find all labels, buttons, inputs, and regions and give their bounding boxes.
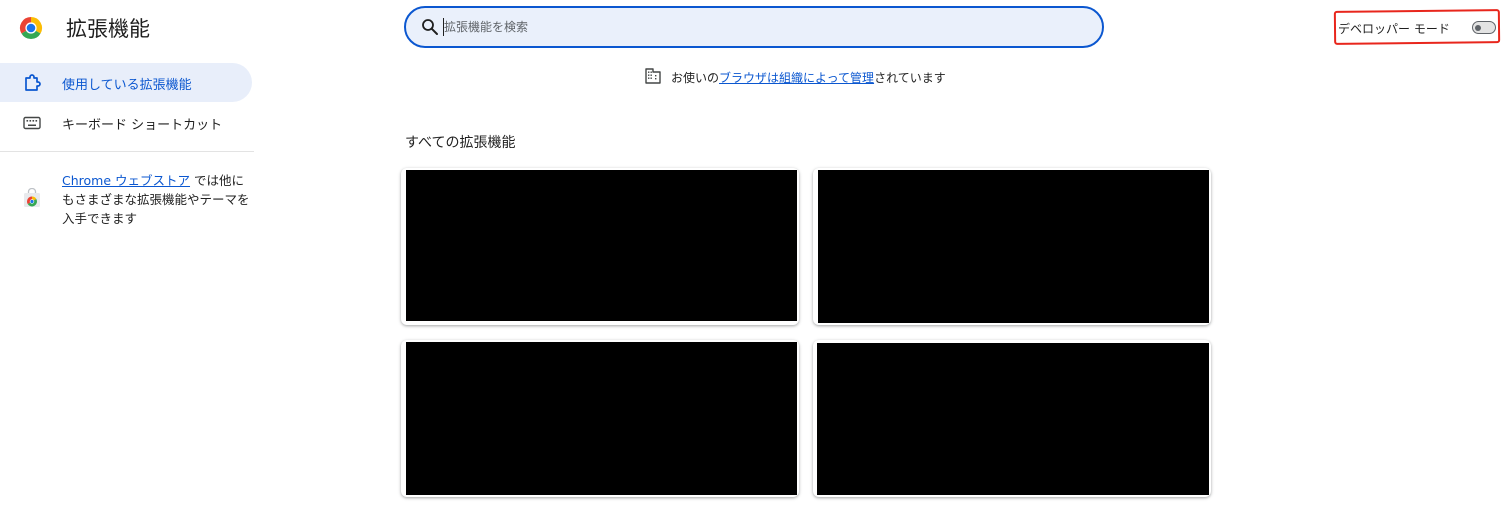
redacted-content — [818, 170, 1209, 323]
search-bar[interactable] — [404, 6, 1104, 48]
sidebar-item-extensions[interactable]: 使用している拡張機能 — [0, 63, 252, 102]
chrome-web-store-link[interactable]: Chrome ウェブストア — [62, 173, 190, 188]
redacted-content — [406, 170, 797, 321]
sidebar-item-keyboard-shortcuts[interactable]: キーボード ショートカット — [0, 106, 252, 140]
divider — [0, 151, 254, 152]
notice-prefix: お使いの — [671, 71, 720, 85]
chrome-web-store-icon — [24, 188, 40, 207]
redacted-content — [406, 342, 797, 495]
developer-mode-control[interactable]: デベロッパー モード — [1333, 9, 1504, 46]
extension-card[interactable] — [813, 340, 1211, 497]
puzzle-icon — [25, 74, 41, 91]
developer-mode-toggle[interactable] — [1472, 21, 1496, 34]
managed-browser-notice: お使いのブラウザは組織によって管理されています — [671, 69, 946, 86]
section-heading: すべての拡張機能 — [405, 135, 516, 151]
building-icon — [645, 68, 661, 84]
developer-mode-label: デベロッパー モード — [1338, 22, 1450, 36]
toggle-knob — [1475, 24, 1481, 31]
page-title: 拡張機能 — [66, 17, 150, 41]
extension-card[interactable] — [401, 168, 799, 325]
keyboard-icon — [23, 116, 41, 130]
chrome-logo-icon — [19, 17, 43, 40]
managed-by-organization-link[interactable]: ブラウザは組織によって管理 — [719, 71, 874, 85]
sidebar-item-label: 使用している拡張機能 — [62, 78, 192, 93]
redacted-content — [817, 343, 1209, 495]
sidebar-item-label: キーボード ショートカット — [62, 118, 223, 133]
search-icon — [422, 19, 438, 35]
search-input[interactable] — [444, 8, 1084, 46]
notice-suffix: されています — [874, 71, 946, 85]
extension-card[interactable] — [401, 340, 799, 497]
webstore-promo: Chrome ウェブストア では他にもさまざまな拡張機能やテーマを入手できます — [62, 171, 252, 228]
extension-card[interactable] — [813, 168, 1211, 325]
